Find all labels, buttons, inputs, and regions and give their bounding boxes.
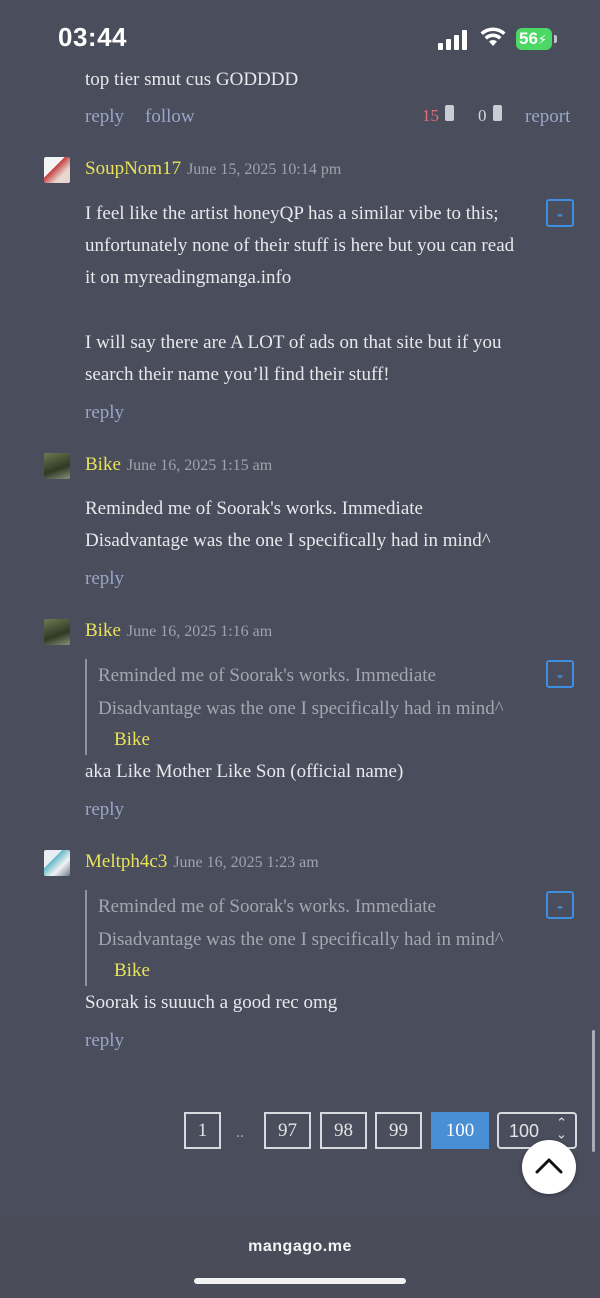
report-link[interactable]: report: [525, 106, 570, 128]
thumbs-up-icon: [445, 105, 455, 121]
page-button-current[interactable]: 100: [431, 1112, 489, 1149]
reply-link[interactable]: reply: [85, 568, 124, 590]
like-button[interactable]: 15: [422, 105, 455, 126]
comment-username[interactable]: Bike June 16, 2025 1:16 am: [85, 620, 272, 642]
quote-author[interactable]: Bike: [114, 956, 568, 986]
avatar[interactable]: [44, 619, 70, 645]
follow-link[interactable]: follow: [145, 106, 195, 128]
comment-username[interactable]: Meltph4c3 June 16, 2025 1:23 am: [85, 851, 319, 873]
pagination-ellipsis: ..: [236, 1124, 244, 1141]
comment-text: Soorak is suuuch a good rec omg: [85, 992, 338, 1013]
scroll-to-top-button[interactable]: [522, 1140, 576, 1194]
collapse-button[interactable]: -: [546, 891, 574, 919]
wifi-icon: [480, 27, 506, 46]
comment-text: top tier smut cus GODDDD: [85, 69, 299, 90]
dislike-count: 0: [478, 106, 487, 125]
dislike-button[interactable]: 0: [478, 105, 502, 126]
collapse-button[interactable]: -: [546, 660, 574, 688]
avatar[interactable]: [44, 453, 70, 479]
browser-toolbar: [0, 1218, 600, 1298]
reply-link[interactable]: reply: [85, 799, 124, 821]
battery-icon: 56⚡: [516, 28, 558, 50]
reply-link[interactable]: reply: [85, 1030, 124, 1052]
address-bar[interactable]: mangago.me: [0, 1238, 600, 1256]
comment-date: June 16, 2025 1:23 am: [173, 854, 319, 871]
scrollbar[interactable]: [592, 1030, 595, 1152]
thumbs-down-icon: [492, 105, 502, 121]
quote-text: Reminded me of Soorak's works. Immediate…: [98, 665, 504, 719]
avatar[interactable]: [44, 850, 70, 876]
page-button-first[interactable]: 1: [184, 1112, 221, 1149]
comment-text: aka Like Mother Like Son (official name): [85, 761, 404, 782]
quoted-comment: Reminded me of Soorak's works. Immediate…: [85, 890, 568, 986]
avatar[interactable]: [44, 157, 70, 183]
chevron-updown-icon: ⌃ ⌃: [556, 1115, 567, 1141]
like-count: 15: [422, 106, 439, 125]
comment-text: Reminded me of Soorak's works. Immediate…: [85, 498, 491, 551]
comment-date: June 16, 2025 1:15 am: [126, 457, 273, 474]
page-button[interactable]: 99: [375, 1112, 422, 1149]
page-button[interactable]: 97: [264, 1112, 311, 1149]
chevron-up-icon: [535, 1158, 563, 1174]
comment-username[interactable]: Bike June 16, 2025 1:15 am: [85, 454, 272, 476]
comment-date: June 15, 2025 10:14 pm: [187, 161, 342, 178]
clock: 03:44: [58, 22, 127, 52]
cellular-signal-icon: [438, 30, 470, 50]
collapse-button[interactable]: -: [546, 199, 574, 227]
quoted-comment: Reminded me of Soorak's works. Immediate…: [85, 659, 568, 755]
home-indicator[interactable]: [194, 1278, 406, 1284]
comment-date: June 16, 2025 1:16 am: [126, 623, 273, 640]
reply-link[interactable]: reply: [85, 106, 124, 128]
page-button[interactable]: 98: [320, 1112, 367, 1149]
quote-author[interactable]: Bike: [114, 725, 568, 755]
battery-level: 56: [519, 29, 538, 48]
comment-username[interactable]: SoupNom17 June 15, 2025 10:14 pm: [85, 158, 341, 180]
reply-link[interactable]: reply: [85, 402, 124, 424]
comment-text: I will say there are A LOT of ads on tha…: [85, 332, 502, 385]
quote-text: Reminded me of Soorak's works. Immediate…: [98, 896, 504, 950]
comment-text: I feel like the artist honeyQP has a sim…: [85, 203, 515, 288]
